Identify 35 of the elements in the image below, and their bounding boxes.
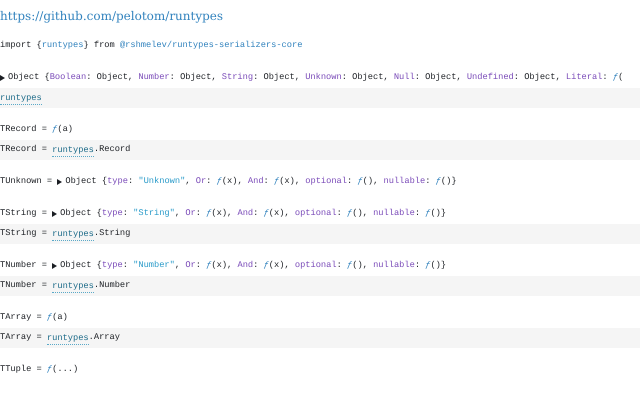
code-link[interactable]: runtypes (52, 280, 94, 292)
caret-icon[interactable] (0, 75, 5, 81)
caret-icon[interactable] (57, 179, 62, 185)
code-text: Object {type: "String", Or: ƒ(x), And: ƒ(x), optional: ƒ(), nullable: ƒ()} (60, 207, 446, 220)
code-link[interactable]: runtypes (46, 332, 89, 344)
code-text: TArray = ƒ(a) (0, 311, 68, 324)
caret-icon[interactable] (52, 263, 58, 269)
code-text: Object {Boolean: Object, Number: Object, String: Object, Unknown: Object, Null: Object, Undefined: Object, Literal: ƒ( (8, 71, 624, 84)
code-text: TNumber = (0, 279, 48, 292)
code-link[interactable]: runtypes (52, 144, 94, 156)
code-cell[interactable]: runtypes (0, 88, 640, 108)
code-text: TArray = (0, 331, 43, 344)
code-link[interactable]: @rshmelev/runtypes-serializers-core (120, 39, 302, 53)
code-link[interactable]: runtypes (52, 228, 94, 240)
code-text: TNumber = (0, 259, 48, 272)
code-cell[interactable]: TString = runtypes.String (0, 224, 640, 244)
code-text: TTuple = ƒ(...) (0, 363, 78, 376)
code-cell[interactable]: TArray = runtypes.Array (0, 328, 640, 348)
code-text: Object {type: "Number", Or: ƒ(x), And: ƒ(x), optional: ƒ(), nullable: ƒ()} (60, 259, 446, 272)
code-text: TRecord = (0, 143, 48, 156)
code-cell[interactable]: TNumber = runtypes.Number (0, 276, 640, 296)
code-text: TString = (0, 207, 48, 220)
code-text: Object {type: "Unknown", Or: ƒ(x), And: ƒ(x), optional: ƒ(), nullable: ƒ()} (65, 175, 457, 188)
code-link[interactable]: runtypes (0, 92, 42, 104)
code-text: .Number (94, 279, 130, 292)
code-text: .Record (94, 143, 130, 156)
code-text: import {runtypes} from (0, 39, 116, 52)
code-text: .Array (88, 331, 120, 344)
code-text: .String (94, 227, 130, 240)
caret-icon[interactable] (52, 211, 58, 217)
code-text: TUnknown = (0, 175, 54, 188)
code-text: TString = (0, 227, 48, 240)
code-cell[interactable]: TRecord = runtypes.Record (0, 140, 640, 160)
code-text: TRecord = ƒ(a) (0, 123, 73, 136)
url-link[interactable]: https://github.com/pelotom/runtypes (0, 7, 224, 25)
